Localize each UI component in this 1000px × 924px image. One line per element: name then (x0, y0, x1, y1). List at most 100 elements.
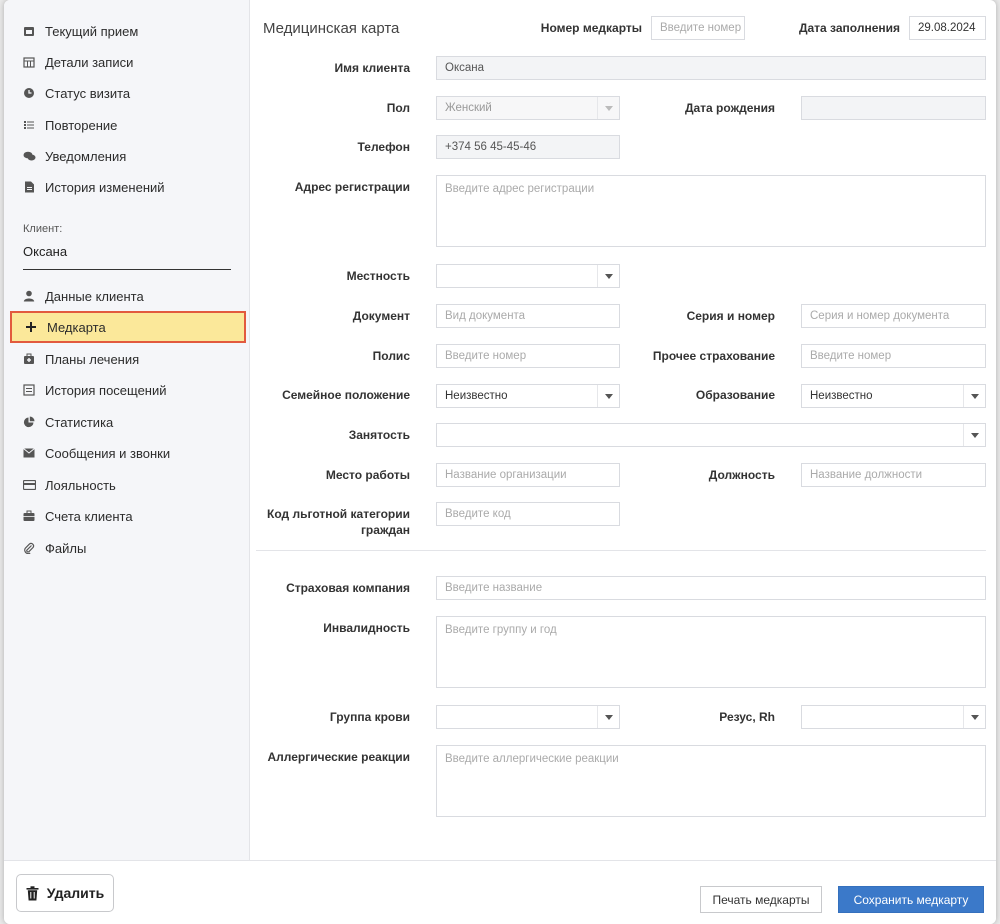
sidebar-item-label: История посещений (45, 382, 167, 398)
sidebar-item-appointment-details[interactable]: Детали записи (10, 47, 246, 77)
sidebar-item-label: Лояльность (45, 477, 116, 493)
sidebar-item-client-data[interactable]: Данные клиента (10, 281, 246, 311)
phone-label: Телефон (357, 140, 410, 154)
sidebar-item-notifications[interactable]: Уведомления (10, 141, 246, 171)
history-list-icon (22, 383, 36, 397)
position-input[interactable]: Название должности (801, 463, 986, 487)
insurance-company-input[interactable]: Введите название (436, 576, 986, 600)
disability-textarea[interactable]: Введите группу и год (436, 616, 986, 688)
document-input[interactable]: Вид документа (436, 304, 620, 328)
marital-label: Семейное положение (282, 388, 410, 402)
sidebar-item-label: Файлы (45, 540, 87, 556)
chevron-down-icon (597, 265, 619, 287)
benefit-code-label: Код льготной категории граждан (250, 506, 410, 538)
sidebar-item-messages-calls[interactable]: Сообщения и звонки (10, 438, 246, 468)
delete-button-label: Удалить (46, 885, 105, 901)
sidebar-item-files[interactable]: Файлы (10, 533, 246, 563)
benefit-code-input[interactable]: Введите код (436, 502, 620, 526)
education-label: Образование (695, 388, 775, 402)
sidebar-item-label: Статус визита (45, 85, 131, 101)
allergy-textarea[interactable]: Введите аллергические реакции (436, 745, 986, 817)
sidebar-item-label: Статистика (45, 414, 114, 430)
blood-group-label: Группа крови (329, 710, 410, 724)
sidebar-item-client-invoices[interactable]: Счета клиента (10, 501, 246, 531)
card-number-label: Номер медкарты (540, 21, 642, 35)
sidebar: Текущий прием Детали записи Статус визит… (4, 0, 250, 860)
education-value: Неизвестно (810, 390, 873, 402)
education-select[interactable]: Неизвестно (801, 384, 986, 408)
employment-select[interactable] (436, 423, 986, 447)
benefit-code-label-line2: граждан (360, 523, 410, 537)
calendar-grid-icon (22, 55, 36, 69)
birthdate-label: Дата рождения (684, 101, 775, 115)
chevron-down-icon (963, 385, 985, 407)
sidebar-item-change-history[interactable]: История изменений (10, 172, 246, 202)
benefit-code-label-line1: Код льготной категории (267, 507, 410, 521)
position-label: Должность (708, 468, 775, 482)
trash-icon (26, 885, 39, 901)
rh-select[interactable] (801, 705, 986, 729)
sidebar-item-treatment-plans[interactable]: Планы лечения (10, 344, 246, 374)
envelope-icon (22, 446, 36, 460)
list-icon (22, 118, 36, 132)
calendar-check-icon (22, 24, 36, 38)
sidebar-item-loyalty[interactable]: Лояльность (10, 470, 246, 500)
sidebar-item-medical-card[interactable]: Медкарта (10, 311, 246, 343)
medical-card-modal: Текущий прием Детали записи Статус визит… (4, 0, 996, 924)
card-number-input[interactable]: Введите номер (651, 16, 745, 40)
user-icon (22, 289, 36, 303)
pie-chart-icon (22, 415, 36, 429)
fill-date-input[interactable]: 29.08.2024 (909, 16, 986, 40)
clock-icon (22, 86, 36, 100)
rh-label: Резус, Rh (719, 710, 775, 724)
locality-select[interactable] (436, 264, 620, 288)
sidebar-item-label: Данные клиента (45, 288, 144, 304)
gender-select[interactable]: Женский (436, 96, 620, 120)
blood-group-select[interactable] (436, 705, 620, 729)
medical-card-form: Медицинская карта Номер медкарты Введите… (250, 0, 996, 860)
medical-kit-icon (22, 352, 36, 366)
sidebar-item-label: Медкарта (47, 319, 106, 335)
sidebar-item-label: Счета клиента (45, 508, 133, 524)
client-name-input[interactable]: Оксана (436, 56, 986, 80)
sidebar-item-visit-history[interactable]: История посещений (10, 375, 246, 405)
policy-input[interactable]: Введите номер (436, 344, 620, 368)
chevron-down-icon (963, 424, 985, 446)
chat-bubbles-icon (22, 149, 36, 163)
paperclip-icon (22, 541, 36, 555)
delete-button[interactable]: Удалить (16, 874, 114, 912)
gender-value: Женский (445, 102, 492, 114)
series-input[interactable]: Серия и номер документа (801, 304, 986, 328)
sidebar-item-statistics[interactable]: Статистика (10, 407, 246, 437)
other-insurance-input[interactable]: Введите номер (801, 344, 986, 368)
document-icon (22, 180, 36, 194)
page-title: Медицинская карта (263, 20, 400, 37)
sidebar-item-label: Детали записи (45, 54, 134, 70)
sidebar-item-repeat[interactable]: Повторение (10, 110, 246, 140)
card-icon (22, 478, 36, 492)
policy-label: Полис (372, 349, 410, 363)
other-insurance-label: Прочее страхование (652, 349, 775, 363)
sidebar-item-label: Повторение (45, 117, 118, 133)
sidebar-item-current-appointment[interactable]: Текущий прием (10, 16, 246, 46)
print-card-button[interactable]: Печать медкарты (700, 886, 822, 913)
sidebar-item-label: Сообщения и звонки (45, 445, 171, 461)
workplace-input[interactable]: Название организации (436, 463, 620, 487)
series-label: Серия и номер (686, 309, 775, 323)
save-card-button[interactable]: Сохранить медкарту (838, 886, 984, 913)
document-label: Документ (352, 309, 410, 323)
briefcase-icon (22, 509, 36, 523)
client-name-field[interactable]: Оксана (23, 244, 231, 270)
client-name-label: Имя клиента (334, 61, 410, 75)
allergy-label: Аллергические реакции (267, 750, 411, 764)
plus-icon (24, 320, 38, 334)
birthdate-input[interactable] (801, 96, 986, 120)
employment-label: Занятость (348, 428, 410, 442)
workplace-label: Место работы (325, 468, 410, 482)
sidebar-item-visit-status[interactable]: Статус визита (10, 78, 246, 108)
address-textarea[interactable]: Введите адрес регистрации (436, 175, 986, 247)
phone-input[interactable]: +374 56 45-45-46 (436, 135, 620, 159)
chevron-down-icon (963, 706, 985, 728)
marital-select[interactable]: Неизвестно (436, 384, 620, 408)
chevron-down-icon (597, 385, 619, 407)
